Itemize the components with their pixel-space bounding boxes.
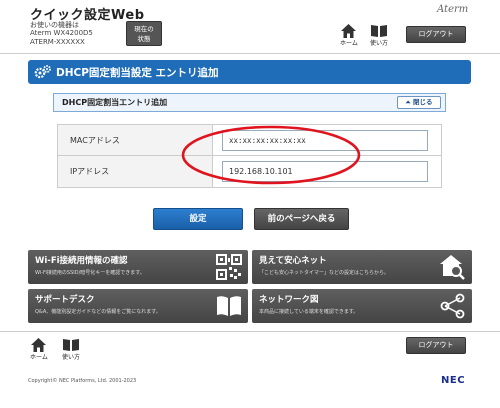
footer-home-nav[interactable]: ホーム bbox=[30, 338, 48, 361]
home-search-icon bbox=[440, 255, 465, 280]
tile-desc: 本商品に接続している端末を確認できます。 bbox=[259, 309, 359, 315]
close-section-button[interactable]: ⏶ 閉じる bbox=[397, 96, 441, 109]
status-button-line2: 状態 bbox=[137, 35, 151, 43]
tile-safe-net[interactable]: 見えて安心ネット 「こども安心ネットタイマー」などの設定はこちらから。 bbox=[252, 250, 472, 284]
tile-title: サポートデスク bbox=[35, 295, 95, 305]
qr-code-icon bbox=[216, 254, 242, 280]
footer-help-label: 使い方 bbox=[62, 354, 81, 361]
back-button[interactable]: 前のページへ戻る bbox=[254, 208, 349, 230]
status-button-line1: 現在の bbox=[134, 25, 154, 33]
help-label: 使い方 bbox=[370, 40, 389, 47]
tile-title: Wi-Fi接続用情報の確認 bbox=[35, 256, 128, 266]
tile-desc: 「こども安心ネットタイマー」などの設定はこちらから。 bbox=[259, 270, 390, 276]
footer-home-label: ホーム bbox=[30, 354, 48, 361]
help-nav[interactable]: 使い方 bbox=[370, 24, 388, 47]
entry-form: MACアドレス IPアドレス bbox=[57, 124, 442, 188]
network-icon bbox=[440, 293, 465, 319]
mac-address-input[interactable] bbox=[222, 130, 428, 151]
header: クイック設定Web お使いの機器は Aterm WX4200D5 ATERM-X… bbox=[0, 0, 500, 52]
company-logo: NEC bbox=[441, 375, 466, 386]
footer-divider bbox=[0, 331, 500, 332]
tile-wifi-info[interactable]: Wi-Fi接続用情報の確認 Wi-Fi接続用のSSID/暗号化キーを確認できます… bbox=[28, 250, 248, 284]
ip-label: IPアドレス bbox=[58, 156, 213, 187]
section-header: DHCP固定割当エントリ追加 ⏶ 閉じる bbox=[53, 93, 446, 112]
chevron-up-icon: ⏶ bbox=[405, 98, 411, 106]
copyright: Copyright© NEC Platforms, Ltd. 2001-2023 bbox=[28, 378, 137, 384]
section-title: DHCP固定割当エントリ追加 bbox=[62, 98, 168, 107]
home-icon bbox=[31, 338, 47, 352]
home-icon bbox=[341, 24, 357, 38]
brand-logo: Aterm bbox=[437, 4, 469, 15]
tile-network-map[interactable]: ネットワーク図 本商品に接続している端末を確認できます。 bbox=[252, 289, 472, 323]
tile-title: ネットワーク図 bbox=[259, 295, 319, 305]
home-label: ホーム bbox=[340, 40, 358, 47]
home-nav[interactable]: ホーム bbox=[340, 24, 358, 47]
footer-logout-button[interactable]: ログアウト bbox=[406, 337, 466, 354]
logout-button[interactable]: ログアウト bbox=[406, 26, 466, 43]
save-button[interactable]: 設定 bbox=[153, 208, 243, 230]
tile-support-desk[interactable]: サポートデスク Q&A、機能別設定ガイドなどの情報をご覧になれます。 bbox=[28, 289, 248, 323]
device-name: ATERM-XXXXXX bbox=[30, 38, 85, 46]
ip-address-input[interactable] bbox=[222, 161, 428, 182]
footer-help-nav[interactable]: 使い方 bbox=[62, 338, 80, 361]
book-icon bbox=[63, 339, 79, 351]
book-icon bbox=[217, 296, 241, 316]
close-label: 閉じる bbox=[412, 98, 433, 106]
mac-row: MACアドレス bbox=[58, 125, 441, 156]
tile-desc: Wi-Fi接続用のSSID/暗号化キーを確認できます。 bbox=[35, 270, 145, 276]
device-model: Aterm WX4200D5 bbox=[30, 29, 93, 37]
tile-title: 見えて安心ネット bbox=[259, 256, 327, 266]
page-title-bar: DHCP固定割当設定 エントリ追加 bbox=[28, 60, 471, 84]
ip-row: IPアドレス bbox=[58, 156, 441, 187]
page-title: DHCP固定割当設定 エントリ追加 bbox=[56, 66, 219, 79]
gear-icon bbox=[34, 65, 51, 79]
header-divider bbox=[0, 53, 500, 54]
current-status-button[interactable]: 現在の 状態 bbox=[126, 21, 162, 46]
book-icon bbox=[371, 25, 387, 37]
mac-label: MACアドレス bbox=[58, 125, 213, 155]
tile-desc: Q&A、機能別設定ガイドなどの情報をご覧になれます。 bbox=[35, 309, 161, 315]
